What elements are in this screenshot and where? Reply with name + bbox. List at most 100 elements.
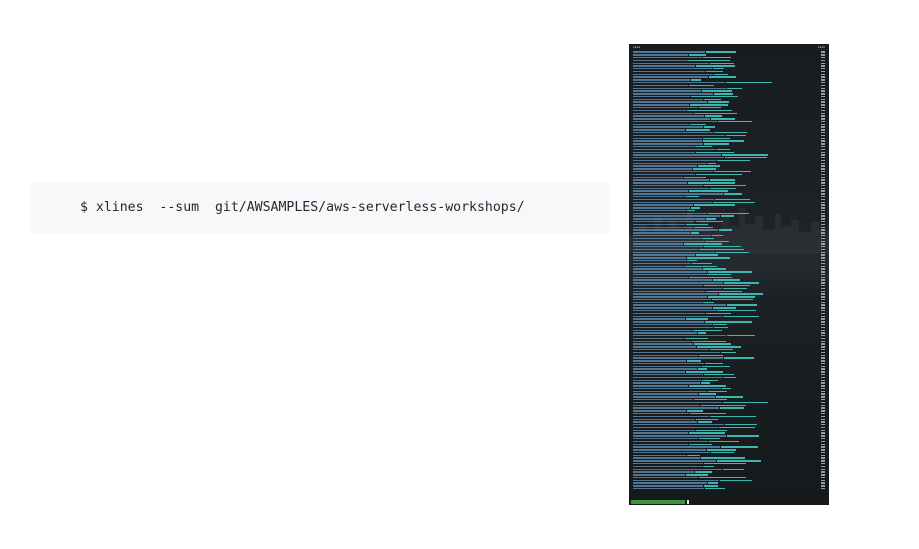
terminal-row-count xyxy=(821,432,825,434)
terminal-row-count xyxy=(821,443,825,445)
terminal-row-file xyxy=(687,259,697,262)
terminal-row-file xyxy=(696,173,742,176)
terminal-row-count xyxy=(821,360,825,362)
terminal-row-path xyxy=(633,485,703,487)
terminal-row-file xyxy=(719,293,763,295)
terminal-row-count xyxy=(821,126,825,128)
terminal-row-path xyxy=(633,318,685,320)
terminal-row-file xyxy=(704,184,746,187)
terminal-row-file xyxy=(705,362,723,365)
terminal-row-path xyxy=(633,460,716,462)
terminal-row-file xyxy=(696,151,734,153)
terminal-row-path xyxy=(633,343,693,345)
terminal-row-file xyxy=(703,140,744,142)
terminal-row-file xyxy=(699,476,746,479)
terminal-row-file xyxy=(694,343,731,345)
terminal-output xyxy=(633,51,826,490)
terminal-row xyxy=(633,488,826,490)
terminal-row-count xyxy=(821,304,825,306)
terminal-row-path xyxy=(633,465,702,468)
terminal-row-file xyxy=(689,385,726,387)
terminal-row-file xyxy=(687,59,730,62)
terminal-row-path xyxy=(633,115,704,117)
terminal-row-count xyxy=(821,134,825,137)
terminal-row-path xyxy=(633,259,686,262)
terminal-row-count xyxy=(821,421,825,423)
terminal-row-file xyxy=(708,296,755,298)
terminal-row-count xyxy=(821,332,825,334)
terminal-row-path xyxy=(633,226,693,228)
terminal-row-path xyxy=(633,223,685,226)
terminal-row-path xyxy=(633,179,709,181)
terminal-row-count xyxy=(821,84,825,87)
terminal-row-path xyxy=(633,221,695,223)
terminal-row-file xyxy=(717,310,756,312)
terminal-row-file xyxy=(706,312,731,315)
terminal-row-file xyxy=(721,215,734,217)
terminal-row-count xyxy=(821,68,825,70)
terminal-row-count xyxy=(821,435,825,437)
terminal-row-file xyxy=(698,165,720,167)
terminal-row-path xyxy=(633,329,692,331)
terminal-row-file xyxy=(716,396,743,398)
terminal-row-count xyxy=(821,310,825,312)
terminal-row-path xyxy=(633,215,720,217)
terminal-row-file xyxy=(689,443,712,445)
terminal-row-count xyxy=(821,201,825,203)
terminal-row-path xyxy=(633,176,683,178)
terminal-row-path xyxy=(633,151,695,153)
terminal-row-file xyxy=(709,76,736,78)
terminal-row-count xyxy=(821,457,825,459)
terminal-row-path xyxy=(633,301,702,304)
terminal-row-count xyxy=(821,104,825,106)
terminal-row-count xyxy=(821,159,825,162)
terminal-row-file xyxy=(699,107,721,109)
terminal-row-count xyxy=(821,446,825,448)
terminal-row-count xyxy=(821,321,825,323)
terminal-row-count xyxy=(821,65,825,67)
terminal-row-file xyxy=(687,257,730,259)
terminal-row-count xyxy=(821,426,825,429)
terminal-row-path xyxy=(633,73,713,76)
terminal-row-path xyxy=(633,201,712,203)
terminal-row-count xyxy=(821,335,825,337)
terminal-row-file xyxy=(724,282,759,284)
terminal-row-file xyxy=(689,190,728,192)
terminal-row-file xyxy=(686,129,710,131)
terminal-row-count xyxy=(821,376,825,379)
terminal-row-file xyxy=(709,440,739,443)
terminal-row-count xyxy=(821,257,825,259)
terminal-row-file xyxy=(718,120,752,123)
terminal-row-file xyxy=(690,104,728,106)
terminal-row-count xyxy=(821,354,825,356)
terminal-row-file xyxy=(710,415,756,418)
terminal-row-file xyxy=(713,323,727,326)
terminal-row-count xyxy=(821,223,825,226)
terminal-row-file xyxy=(703,56,731,59)
terminal-row-file xyxy=(707,449,736,451)
terminal-row-count xyxy=(821,190,825,192)
terminal-row-count xyxy=(821,418,825,420)
terminal-row-count xyxy=(821,207,825,209)
terminal-row-count xyxy=(821,109,825,112)
terminal-row-file xyxy=(714,93,733,95)
terminal-row-file xyxy=(702,237,714,240)
terminal-row-file xyxy=(726,134,746,137)
terminal-row-file xyxy=(702,90,732,92)
terminal-row-count xyxy=(821,115,825,117)
terminal-row-file xyxy=(699,248,744,251)
terminal-row-path xyxy=(633,321,704,323)
terminal-row-path xyxy=(633,145,694,148)
terminal-row-path xyxy=(633,307,712,309)
terminal-row-file xyxy=(685,337,708,340)
terminal-row-count xyxy=(821,59,825,62)
terminal-row-file xyxy=(690,412,726,415)
terminal-row-count xyxy=(821,140,825,142)
terminal-row-path xyxy=(633,254,695,256)
terminal-row-file xyxy=(703,465,714,468)
terminal-row-path xyxy=(633,148,716,151)
terminal-row-count xyxy=(821,401,825,404)
terminal-row-path xyxy=(633,234,711,237)
terminal-row-count xyxy=(821,193,825,195)
terminal-row-file xyxy=(704,98,721,101)
